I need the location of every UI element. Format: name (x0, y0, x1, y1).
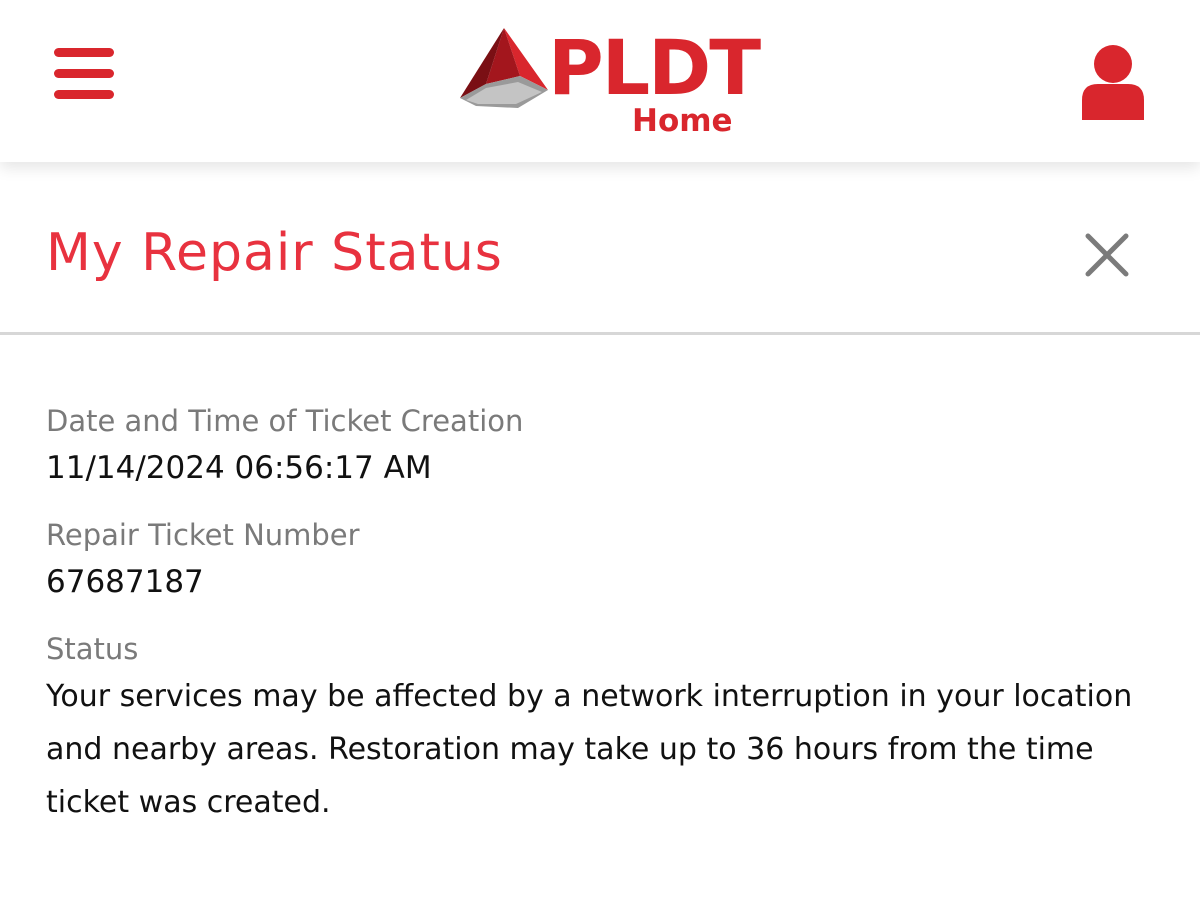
repair-status-page: PLDT Home My Repair Status Date and Time… (0, 0, 1200, 903)
pldt-logo-mark-icon (460, 28, 548, 108)
ticket-created-label: Date and Time of Ticket Creation (46, 404, 524, 438)
title-bar: My Repair Status (0, 162, 1200, 335)
menu-button[interactable] (54, 48, 116, 102)
account-button[interactable] (1080, 44, 1146, 120)
close-button[interactable] (1084, 232, 1130, 278)
repair-details: Date and Time of Ticket Creation 11/14/2… (46, 400, 1156, 829)
close-icon (1085, 233, 1129, 277)
logo-wordmark: PLDT (548, 23, 761, 112)
status-value: Your services may be affected by a netwo… (46, 679, 1133, 820)
logo-subtitle: Home (632, 103, 733, 139)
page-title: My Repair Status (46, 223, 503, 283)
app-header: PLDT Home (0, 0, 1200, 162)
user-account-icon (1082, 45, 1144, 120)
ticket-created-value: 11/14/2024 06:56:17 AM (46, 450, 432, 486)
ticket-number-label: Repair Ticket Number (46, 518, 360, 552)
pldt-home-logo[interactable]: PLDT Home (458, 26, 761, 139)
status-label: Status (46, 632, 139, 666)
ticket-number-value: 67687187 (46, 564, 204, 600)
